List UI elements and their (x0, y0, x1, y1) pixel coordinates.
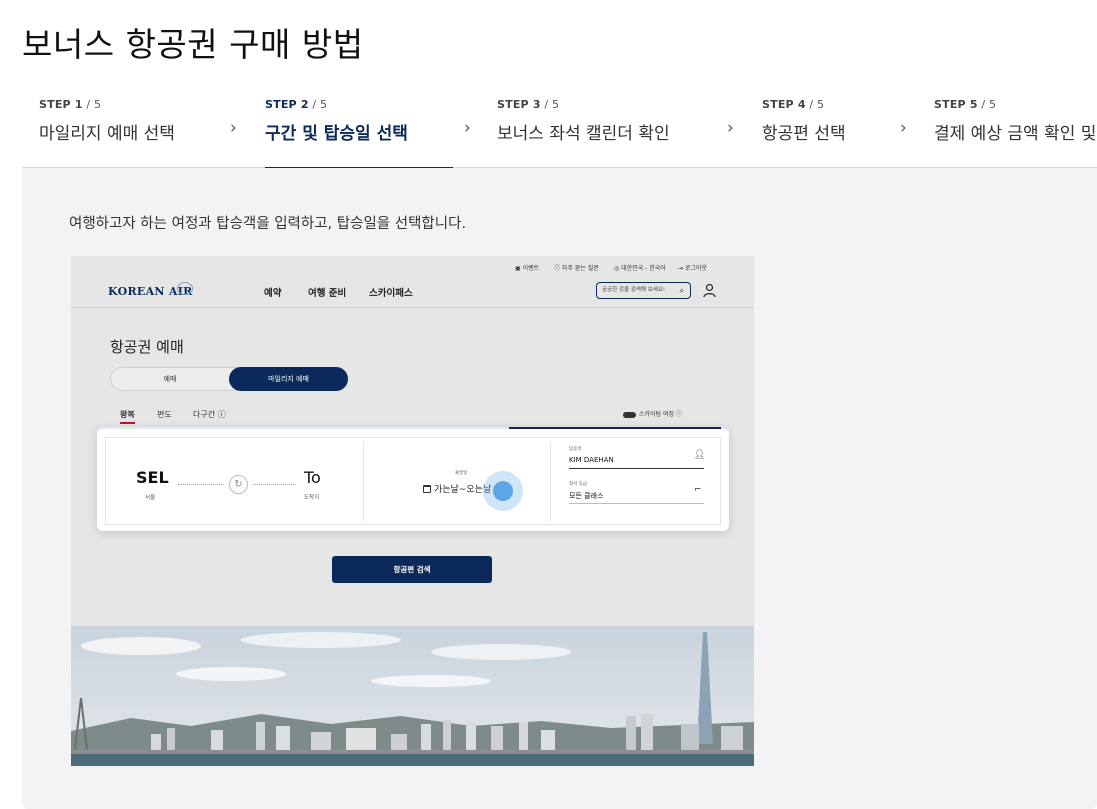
step-number: STEP 4 / 5 (762, 98, 825, 111)
seoul-skyline-image (71, 626, 754, 766)
user-icon (703, 283, 716, 298)
utility-logout: ⇥ 로그아웃 (678, 265, 708, 272)
card-active-indicator (509, 427, 721, 429)
booking-title: 항공권 예매 (110, 338, 184, 356)
normal-booking-option: 예매 (163, 375, 177, 383)
site-header: ▣ 이벤트 ⓘ 자주 묻는 질문 ◎ 대한민국 - 한국어 ⇥ 로그아웃 KOR… (71, 256, 754, 308)
route-line (253, 484, 296, 485)
cabin-label: 좌석 등급 (569, 482, 587, 487)
flight-search-button: 항공편 검색 (332, 556, 492, 583)
field-underline (569, 503, 704, 504)
step-progress: STEP 1 / 5 마일리지 예매 선택 › STEP 2 / 5 구간 및 … (22, 98, 1097, 169)
chevron-right-icon: › (727, 118, 734, 138)
passenger-value: KIM DAEHAN (569, 456, 614, 464)
site-search-input: 궁금한 것을 검색해 보세요! ⌕ (596, 282, 691, 299)
step-label: 항공편 선택 (762, 124, 846, 144)
field-underline (569, 468, 704, 469)
mileage-booking-option: 마일리지 예매 (229, 367, 348, 391)
date-label: 출발일 (455, 471, 468, 476)
step-label: 보너스 좌석 캘린더 확인 (497, 124, 670, 144)
calendar-icon (423, 485, 431, 493)
route-line (178, 484, 224, 485)
tab-multi-city: 다구간 ⓘ (193, 410, 226, 419)
seat-icon: ⌐ (694, 485, 702, 495)
date-field: 가는날~오는날 (423, 482, 491, 495)
step-number: STEP 2 / 5 (265, 98, 328, 111)
divider (363, 442, 364, 522)
step-2[interactable]: STEP 2 / 5 구간 및 탑승일 선택 (265, 98, 453, 169)
step-description: 여행하고자 하는 여정과 탑승객을 입력하고, 탑승일을 선택합니다. (69, 216, 467, 232)
swap-icon: ↻ (229, 475, 248, 494)
step-1[interactable]: STEP 1 / 5 마일리지 예매 선택 (39, 98, 175, 168)
utility-faq: ⓘ 자주 묻는 질문 (554, 265, 599, 272)
nav-skypass: 스카이패스 (369, 288, 413, 299)
divider (550, 442, 551, 522)
utility-region: ◎ 대한민국 - 한국어 (614, 265, 666, 272)
step-number: STEP 3 / 5 (497, 98, 560, 111)
step-number: STEP 1 / 5 (39, 98, 102, 111)
booking-type-toggle: 예매 마일리지 예매 (110, 367, 348, 391)
step-number: STEP 5 / 5 (934, 98, 997, 111)
click-cursor-icon (493, 481, 513, 501)
origin-name: 서울 (145, 495, 156, 501)
step-4[interactable]: STEP 4 / 5 항공편 선택 (762, 98, 846, 168)
step-content-panel: 여행하고자 하는 여정과 탑승객을 입력하고, 탑승일을 선택합니다. ▣ 이벤… (22, 168, 1097, 809)
step-label: 마일리지 예매 선택 (39, 124, 175, 144)
utility-event: ▣ 이벤트 (515, 265, 540, 272)
passenger-label: 탑승객 (569, 447, 582, 452)
cabin-value: 모든 클래스 (569, 492, 604, 500)
tab-one-way: 편도 (157, 410, 172, 419)
step-label: 결제 예상 금액 확인 및 (934, 124, 1097, 144)
destination-code: To (304, 468, 321, 487)
step-3[interactable]: STEP 3 / 5 보너스 좌석 캘린더 확인 (497, 98, 670, 168)
chevron-right-icon: › (230, 118, 237, 138)
taegeuk-logo-icon (177, 282, 193, 295)
step-5[interactable]: STEP 5 / 5 결제 예상 금액 확인 및 (934, 98, 1096, 168)
chevron-right-icon: › (900, 118, 907, 138)
origin-code: SEL (136, 468, 169, 487)
skyteam-toggle: 스카이팀 여정 ⓘ (623, 409, 682, 418)
search-icon: ⌕ (679, 286, 684, 295)
example-screenshot: ▣ 이벤트 ⓘ 자주 묻는 질문 ◎ 대한민국 - 한국어 ⇥ 로그아웃 KOR… (71, 256, 754, 766)
tab-round-trip: 왕복 (120, 409, 135, 424)
passenger-icon: 👤︎ (694, 450, 706, 460)
search-fields: SEL 서울 ↻ To 도착지 출발일 가는날~오는날 탑승객 KIM DAEH… (105, 437, 721, 525)
chevron-right-icon: › (464, 118, 471, 138)
nav-prepare: 여행 준비 (308, 288, 347, 299)
search-card: SEL 서울 ↻ To 도착지 출발일 가는날~오는날 탑승객 KIM DAEH… (97, 427, 729, 531)
step-label: 구간 및 탑승일 선택 (265, 124, 408, 144)
nav-booking: 예약 (264, 288, 282, 299)
destination-name: 도착지 (304, 495, 320, 501)
page-title: 보너스 항공권 구매 방법 (22, 25, 364, 64)
